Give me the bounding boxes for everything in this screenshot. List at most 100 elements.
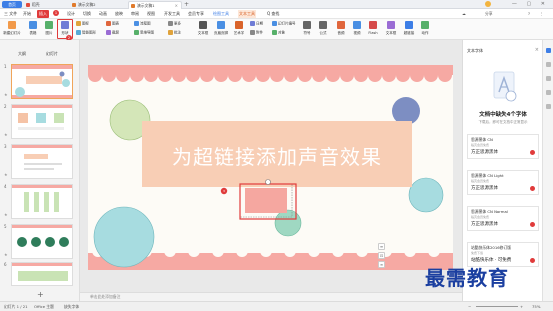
tab-outline[interactable]: 大纲 — [18, 50, 26, 58]
layers-icon[interactable]: ≡ — [378, 243, 385, 250]
search-command[interactable]: Q 查找 — [266, 10, 280, 18]
settings-icon[interactable] — [546, 104, 551, 109]
download-icon[interactable] — [530, 150, 535, 155]
star-icon: ★ — [4, 92, 8, 97]
symbol-button[interactable]: 符号 — [300, 20, 314, 39]
more-menu-icon[interactable]: ⋮ — [540, 10, 544, 18]
presentation-icon — [72, 3, 76, 7]
file-menu[interactable]: 三 文件 — [3, 10, 18, 18]
menu-member[interactable]: 会员专享 — [187, 10, 205, 18]
menu-start[interactable]: 开始 — [22, 10, 32, 18]
menu-review[interactable]: 审阅 — [130, 10, 140, 18]
chart-button[interactable]: 图表 — [106, 21, 119, 27]
slide-1-preview — [12, 65, 72, 98]
title-bar: 首页 稻壳 演示文稿2 演示文稿1 × + — ▢ ✕ — [0, 0, 553, 9]
object-button[interactable]: 对象 — [272, 30, 285, 36]
help-button[interactable]: ? — [528, 10, 530, 18]
font-icon[interactable] — [546, 90, 551, 95]
avatar[interactable] — [485, 1, 491, 7]
crop-icon[interactable]: ⊡ — [378, 252, 385, 259]
font-card[interactable]: 思源黑体 CN Light 稻壳会员免费 方正思源黑体 — [467, 170, 539, 195]
menu-drawing-tools[interactable]: 绘图工具 — [212, 10, 230, 18]
property-icon[interactable] — [546, 48, 551, 53]
flash-icon — [369, 21, 377, 29]
tab-docer[interactable]: 稻壳 — [24, 1, 64, 9]
notes-pane[interactable]: 单击此处添加备注 — [80, 292, 462, 301]
picture-button[interactable]: 图片 — [42, 20, 56, 39]
art-text-button[interactable]: 艺术字 — [232, 20, 246, 39]
flash-button[interactable]: Flash — [366, 20, 380, 39]
text-frame-button[interactable]: 文本框 — [382, 20, 400, 39]
design-icon[interactable] — [546, 76, 551, 81]
cloud-icon[interactable]: ☁ — [462, 10, 466, 18]
menu-developer[interactable]: 开发工具 — [163, 10, 181, 18]
thumbnail-slide-6[interactable] — [11, 262, 73, 286]
video-button[interactable]: 视频 — [350, 20, 364, 39]
font-card[interactable]: 思源黑体 CN 稻壳会员免费 方正思源黑体 — [467, 134, 539, 159]
tab-presentation1[interactable]: 演示文稿1 × — [128, 1, 182, 9]
tab-slides[interactable]: 幻灯片 — [46, 50, 58, 58]
slide-number-button[interactable]: 幻灯片编号 — [272, 21, 296, 27]
tab-presentation2[interactable]: 演示文稿2 — [70, 1, 126, 9]
table-icon — [29, 21, 37, 29]
table-button[interactable]: 表格 — [26, 20, 40, 39]
thumbnail-slide-5[interactable] — [11, 224, 73, 259]
close-icon[interactable]: × — [535, 47, 539, 53]
docer-icon — [26, 3, 30, 7]
object-icon — [272, 30, 277, 35]
hyperlink-button[interactable]: 超链接 — [402, 20, 416, 39]
attachment-button[interactable]: 附件 — [250, 30, 263, 36]
formula-button[interactable]: 公式 — [316, 20, 330, 39]
textbox-button[interactable]: 文本框 — [196, 20, 210, 39]
share-button[interactable]: 分享 — [485, 10, 493, 18]
thumbnail-slide-2[interactable] — [11, 104, 73, 139]
zoom-level: 75% — [532, 304, 541, 309]
window-controls[interactable]: — ▢ ✕ — [512, 0, 549, 9]
thumbnail-slide-3[interactable] — [11, 144, 73, 179]
missing-font-indicator[interactable]: 缺失字体 — [64, 302, 79, 311]
download-icon[interactable] — [530, 186, 535, 191]
add-slide-button[interactable]: + — [37, 290, 44, 299]
plus-icon[interactable]: + — [520, 302, 523, 311]
menu-animation[interactable]: 动画 — [98, 10, 108, 18]
mindmap-button[interactable]: 思维导图 — [134, 30, 154, 36]
theme-name: Office 主题 — [34, 304, 54, 309]
zoom-slider[interactable] — [476, 306, 518, 307]
date-button[interactable]: 日期 — [250, 21, 263, 27]
header-footer-button[interactable]: 页眉页脚 — [212, 20, 230, 39]
current-slide[interactable]: 为超链接添加声音效果 3 — [88, 65, 453, 270]
menu-view[interactable]: 视图 — [146, 10, 156, 18]
ribbon-insert: 新建幻灯片 表格 图片 形状 2 图标 智能图形 图表 截屏 流程图 思维导图 … — [0, 19, 553, 41]
mindmap-icon — [134, 30, 139, 35]
star-icon: ★ — [4, 252, 8, 257]
smartart-button[interactable]: 智能图形 — [76, 30, 96, 36]
menu-insert[interactable]: 插入 — [37, 10, 49, 18]
thumbnail-slide-1[interactable] — [11, 64, 73, 99]
more-button[interactable]: 更多 — [168, 21, 181, 27]
menu-slideshow[interactable]: 放映 — [114, 10, 124, 18]
download-icon[interactable] — [530, 222, 535, 227]
home-tab[interactable]: 首页 — [2, 1, 22, 8]
font-card[interactable]: 思源黑体 CN Normal 稻壳会员免费 方正思源黑体 — [467, 206, 539, 231]
slide-counter: 幻灯片 1 / 21 — [4, 304, 28, 309]
minus-icon[interactable]: − — [468, 302, 471, 311]
new-slide-button[interactable]: 新建幻灯片 — [2, 20, 22, 39]
download-icon[interactable] — [530, 258, 535, 263]
comment-button[interactable]: 批注 — [168, 30, 181, 36]
new-tab-button[interactable]: + — [184, 0, 189, 9]
menu-transition[interactable]: 切换 — [82, 10, 92, 18]
symbol-icon — [303, 21, 311, 29]
action-button[interactable]: 动作 — [418, 20, 432, 39]
menu-text-tools[interactable]: 文本工具 — [238, 10, 256, 18]
icons-button[interactable]: 图标 — [76, 21, 89, 27]
slide-3-preview — [12, 145, 72, 170]
slide-thumbnail-panel: 大纲 幻灯片 1 ★ 2 ★ 3 ★ 4 ★ 5 ★ 6 + — [0, 40, 80, 301]
thumbnail-slide-4[interactable] — [11, 184, 73, 219]
flowchart-button[interactable]: 流程图 — [134, 21, 151, 27]
menu-design[interactable]: 设计 — [66, 10, 76, 18]
screenshot-button[interactable]: 截屏 — [106, 30, 119, 36]
animation-icon[interactable] — [546, 62, 551, 67]
link-icon[interactable]: ∞ — [378, 261, 385, 268]
audio-button[interactable]: 音频 — [334, 20, 348, 39]
slide-title[interactable]: 为超链接添加声音效果 — [142, 141, 412, 170]
